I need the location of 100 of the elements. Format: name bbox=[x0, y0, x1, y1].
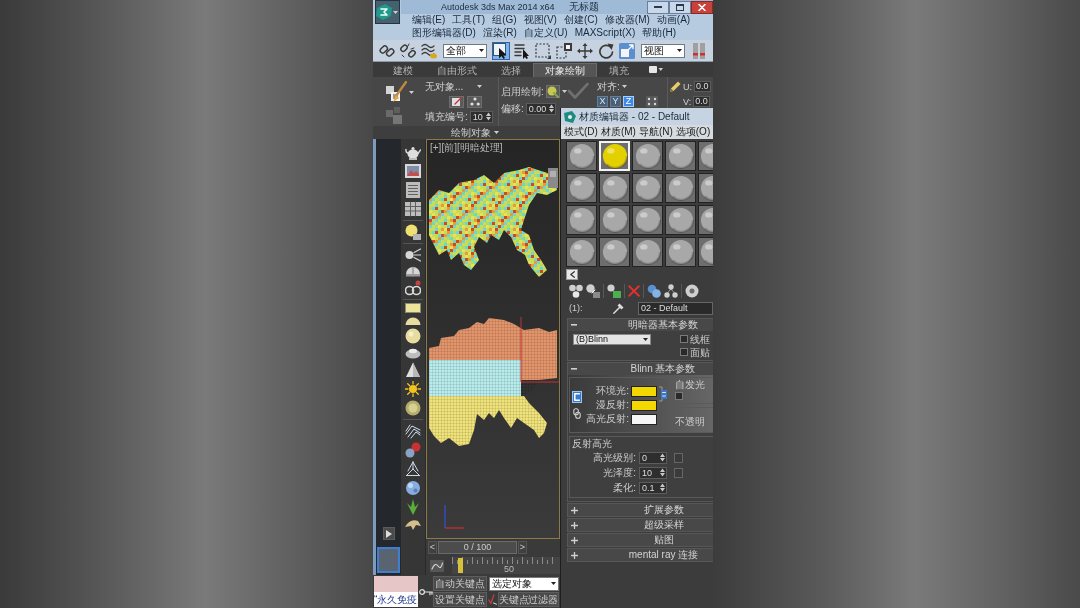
ball-icon[interactable] bbox=[405, 480, 421, 496]
sphere-square-icon[interactable] bbox=[607, 284, 621, 298]
ribbon-tab[interactable]: 自由形式 bbox=[425, 63, 489, 77]
menu-item[interactable]: MAXScript(X) bbox=[574, 27, 636, 39]
delete-icon[interactable] bbox=[628, 285, 640, 297]
bowl-icon[interactable] bbox=[405, 347, 421, 359]
next-frame-button[interactable]: > bbox=[518, 541, 527, 554]
chain-link-icon[interactable] bbox=[573, 408, 581, 419]
ribbon-tab[interactable]: 对象绘制 bbox=[533, 63, 597, 77]
minimize-button[interactable] bbox=[647, 0, 669, 14]
menu-item[interactable]: 修改器(M) bbox=[604, 14, 650, 26]
previous-frame-button[interactable]: < bbox=[428, 541, 437, 554]
script-input-field[interactable] bbox=[374, 576, 418, 592]
menu-item[interactable]: 组(G) bbox=[492, 14, 517, 26]
plant-icon[interactable] bbox=[405, 499, 421, 515]
list-panel-icon[interactable] bbox=[405, 182, 421, 198]
spinner-field[interactable]: 0 bbox=[639, 451, 667, 464]
v-field[interactable]: 0.0 bbox=[693, 96, 710, 107]
ring-icon[interactable] bbox=[685, 284, 699, 298]
menu-item[interactable]: 导航(N) bbox=[638, 126, 673, 138]
checkmark-icon[interactable] bbox=[567, 82, 589, 100]
scatter-button[interactable] bbox=[467, 95, 482, 108]
molecule-icon[interactable] bbox=[405, 442, 421, 458]
pick-object-button[interactable] bbox=[449, 95, 464, 108]
teapot-icon[interactable] bbox=[405, 144, 421, 160]
rollout-header[interactable]: mental ray 连接 bbox=[568, 549, 713, 561]
u-field[interactable]: 0.0 bbox=[694, 81, 711, 92]
script-output-field[interactable]: “永久免疫 bbox=[374, 592, 418, 607]
spinner-field[interactable]: 10 bbox=[639, 466, 667, 479]
panel-title-button[interactable]: 绘制对象 bbox=[451, 126, 499, 139]
unlink-button[interactable] bbox=[399, 41, 417, 60]
ribbon-tab[interactable]: 选择 bbox=[489, 63, 533, 77]
rollout-header[interactable]: Blinn 基本参数 bbox=[568, 363, 713, 375]
snap-button[interactable] bbox=[690, 41, 708, 60]
menu-item[interactable]: 编辑(E) bbox=[412, 14, 446, 26]
offset-field[interactable]: 0.00 bbox=[525, 102, 557, 115]
rollout-header[interactable]: 扩展参数 bbox=[568, 504, 713, 516]
spotlight-icon[interactable] bbox=[405, 247, 421, 263]
checkbox[interactable] bbox=[680, 348, 688, 356]
rollout-header[interactable]: 明暗器基本参数 bbox=[568, 319, 713, 331]
color-swatch[interactable] bbox=[631, 399, 657, 411]
time-slider-thumb[interactable]: 0 / 100 bbox=[438, 541, 517, 554]
menu-item[interactable]: 渲染(R) bbox=[482, 27, 517, 39]
color-swatch[interactable] bbox=[631, 413, 657, 425]
ribbon-tab[interactable]: 填充 bbox=[597, 63, 641, 77]
menu-item[interactable]: 模式(D) bbox=[564, 126, 598, 138]
material-name-field[interactable]: 02 - Default bbox=[638, 301, 713, 315]
rollout-header[interactable]: 贴图 bbox=[568, 534, 713, 546]
paint-brush-icon[interactable] bbox=[385, 81, 407, 103]
move-button[interactable] bbox=[576, 41, 594, 60]
pencil-icon[interactable] bbox=[670, 81, 681, 92]
checkbox[interactable] bbox=[675, 392, 683, 400]
key-mode-dropdown[interactable]: 选定对象 bbox=[489, 576, 559, 591]
menu-item[interactable]: 图形编辑器(D) bbox=[412, 27, 476, 39]
menu-item[interactable]: 帮助(H) bbox=[642, 27, 677, 39]
menu-item[interactable]: 自定义(U) bbox=[523, 27, 568, 39]
disk-icon[interactable] bbox=[405, 400, 421, 416]
window-crossing-button[interactable] bbox=[555, 41, 573, 60]
sphere-cluster-icon[interactable] bbox=[569, 284, 583, 298]
rollout-header[interactable]: 超级采样 bbox=[568, 519, 713, 531]
spinner-field[interactable]: 0.1 bbox=[639, 481, 667, 494]
overlapping-circles-icon[interactable] bbox=[647, 284, 661, 298]
scale-button[interactable] bbox=[618, 41, 636, 60]
caret-icon[interactable] bbox=[477, 85, 483, 88]
app-menu-button[interactable] bbox=[374, 0, 400, 24]
caret-icon[interactable] bbox=[409, 90, 414, 94]
tick-curve-icon[interactable] bbox=[488, 594, 497, 605]
select-object-button[interactable] bbox=[492, 41, 510, 60]
auto-key-button[interactable]: 自动关键点 bbox=[433, 576, 487, 591]
ribbon-tab[interactable]: 建模 bbox=[381, 63, 425, 77]
menu-item[interactable]: 动画(A) bbox=[656, 14, 691, 26]
node-tree-icon[interactable] bbox=[664, 284, 678, 298]
sun-icon[interactable] bbox=[405, 381, 421, 397]
grid-dots-icon[interactable] bbox=[646, 96, 658, 107]
menu-item[interactable]: 工具(T) bbox=[452, 14, 486, 26]
menu-item[interactable]: 材质(M) bbox=[600, 126, 636, 138]
dome-icon[interactable] bbox=[405, 316, 421, 325]
scroll-left-button[interactable] bbox=[566, 269, 578, 280]
caret-icon[interactable] bbox=[561, 90, 567, 93]
binoculars-icon[interactable] bbox=[405, 280, 421, 296]
cone-icon[interactable] bbox=[405, 362, 421, 378]
viewport-label[interactable]: [+][前][明暗处理] bbox=[430, 142, 503, 154]
expand-button[interactable] bbox=[382, 527, 395, 540]
fill-number-field[interactable]: 10 bbox=[469, 110, 493, 123]
sphere-icon[interactable] bbox=[405, 328, 421, 344]
key-icon[interactable] bbox=[418, 587, 433, 596]
color-swatch[interactable] bbox=[631, 385, 657, 397]
axis-button[interactable]: X bbox=[597, 96, 608, 107]
curve-graph-icon[interactable] bbox=[430, 559, 444, 572]
maximize-button[interactable] bbox=[669, 0, 691, 14]
panel-toggle-icon[interactable] bbox=[649, 66, 663, 73]
table-grid-icon[interactable] bbox=[405, 201, 421, 217]
tripod-icon[interactable] bbox=[405, 461, 421, 477]
key-filters-button[interactable]: 关键点过滤器 bbox=[498, 592, 559, 607]
sphere-arrow-box-icon[interactable] bbox=[586, 284, 600, 298]
zigzag-lines-icon[interactable] bbox=[405, 423, 421, 439]
half-dome-icon[interactable] bbox=[405, 266, 421, 277]
checkbox[interactable] bbox=[680, 335, 688, 343]
paint-button[interactable] bbox=[545, 85, 560, 98]
light-bulb-icon[interactable] bbox=[405, 224, 421, 240]
